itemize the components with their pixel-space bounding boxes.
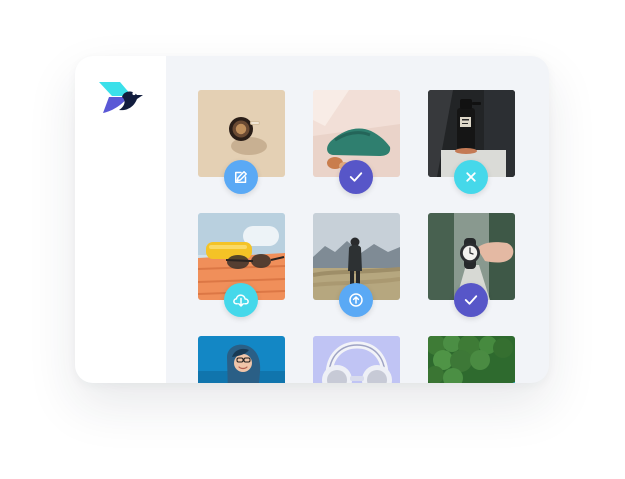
image-card-forest[interactable] xyxy=(428,336,515,383)
upload-button[interactable] xyxy=(339,283,373,317)
headphones-photo xyxy=(313,336,400,383)
approved-button[interactable] xyxy=(339,160,373,194)
sidebar xyxy=(75,56,166,383)
app-window xyxy=(75,56,549,383)
image-card-woman[interactable] xyxy=(198,336,285,383)
image-gallery xyxy=(198,90,518,383)
edit-icon xyxy=(235,171,247,183)
download-cloud-icon xyxy=(233,294,249,307)
approved-button[interactable] xyxy=(454,283,488,317)
check-icon xyxy=(464,295,478,305)
image-card-headphones[interactable] xyxy=(313,336,400,383)
edit-button[interactable] xyxy=(224,160,258,194)
smiling-woman-photo xyxy=(198,336,285,383)
check-icon xyxy=(349,172,363,182)
close-icon xyxy=(466,172,476,182)
forest-coast-photo xyxy=(428,336,515,383)
upload-icon xyxy=(349,293,363,307)
download-button[interactable] xyxy=(224,283,258,317)
reject-button[interactable] xyxy=(454,160,488,194)
bird-logo-icon xyxy=(99,82,143,113)
